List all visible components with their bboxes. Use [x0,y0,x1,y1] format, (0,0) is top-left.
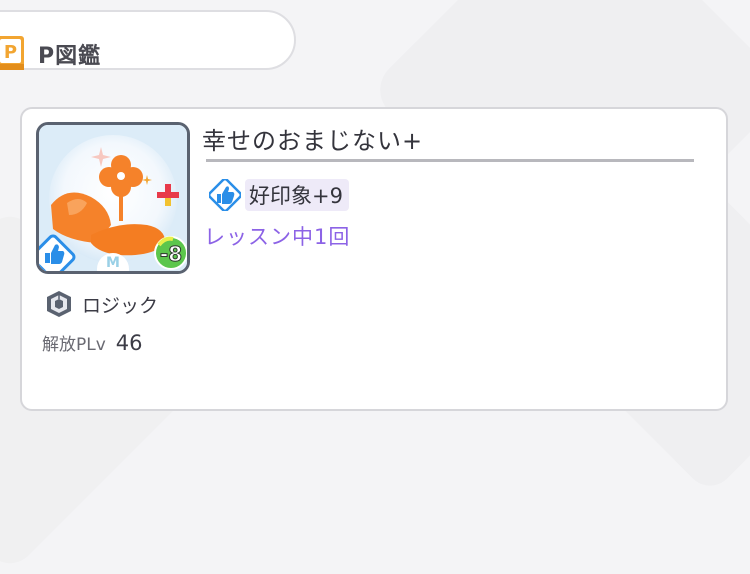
unlock-row: 解放PLv 46 [42,330,143,355]
thumbs-up-icon [209,179,241,211]
logic-cube-icon [47,291,71,317]
item-name: 幸せのおまじない+ [202,127,424,155]
cost-value: -8 [160,242,182,266]
item-card: M -8 ロジック 解放PLv 46 幸せのおまじない+ 好印象+9 レッスン中… [20,107,728,411]
effect-text: 好印象+9 [245,179,349,211]
book-p-icon: P [0,36,24,70]
svg-text:P: P [4,42,17,63]
clover-charm-image: M -8 [39,125,187,271]
badge-letter: M [106,255,120,271]
unlock-label: 解放PLv [42,335,106,355]
divider [206,159,694,162]
effect-condition: レッスン中1回 [204,225,351,249]
item-image[interactable]: M -8 [36,122,190,274]
page-title: P図鑑 [38,44,102,69]
unlock-value: 46 [115,331,143,355]
type-label: ロジック [82,294,159,317]
page-header: P P図鑑 [0,10,296,70]
type-row: ロジック [44,289,158,319]
effect-row[interactable]: 好印象+9 [209,179,349,211]
